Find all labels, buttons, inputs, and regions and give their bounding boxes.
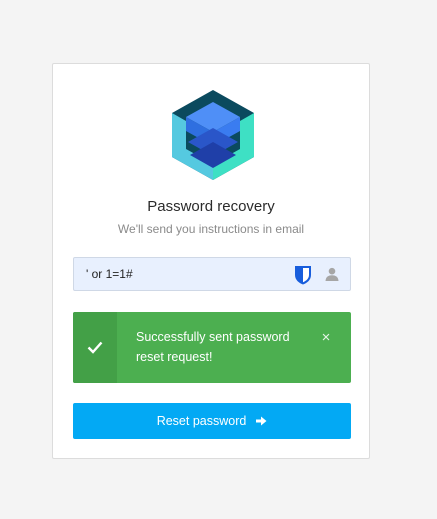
user-icon[interactable]	[325, 267, 339, 281]
success-alert: Successfully sent password reset request…	[73, 312, 351, 383]
reset-password-button[interactable]: Reset password	[73, 403, 351, 439]
page-subtitle: We'll send you instructions in email	[117, 222, 305, 236]
reset-button-content: Reset password	[157, 414, 268, 428]
email-field[interactable]	[74, 258, 284, 290]
stacked-layers-hexagon-logo	[172, 90, 254, 180]
close-icon[interactable]: ×	[316, 329, 336, 349]
reset-button-label: Reset password	[156, 414, 247, 428]
check-icon	[87, 341, 103, 354]
arrow-right-icon	[256, 416, 267, 426]
alert-message: Successfully sent password reset request…	[136, 330, 290, 364]
password-recovery-card: Password recovery We'll send you instruc…	[52, 63, 370, 459]
alert-status-box	[73, 312, 117, 383]
page-title: Password recovery	[147, 198, 275, 215]
bitwarden-shield-icon[interactable]	[293, 265, 313, 285]
email-field-container	[73, 257, 351, 291]
